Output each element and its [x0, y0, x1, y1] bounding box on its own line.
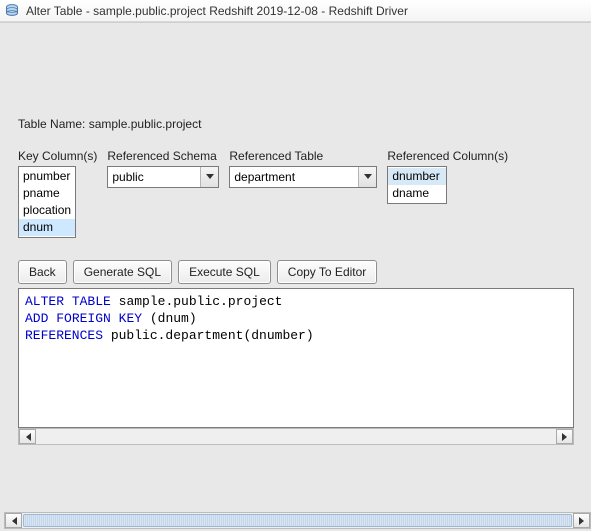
chevron-down-icon[interactable] — [358, 167, 376, 187]
title-bar: Alter Table - sample.public.project Reds… — [0, 0, 591, 22]
ref-columns-col: Referenced Column(s) dnumber dname — [387, 149, 508, 204]
key-columns-col: Key Column(s) pnumber pname plocation dn… — [18, 149, 97, 238]
work-area: Table Name: sample.public.project Key Co… — [0, 22, 591, 531]
table-name-row: Table Name: sample.public.project — [18, 117, 577, 131]
sql-keyword: ALTER — [25, 294, 64, 309]
sql-horizontal-scrollbar[interactable] — [18, 428, 574, 445]
chevron-down-icon[interactable] — [200, 167, 218, 187]
ref-schema-header: Referenced Schema — [107, 149, 219, 163]
ref-schema-value: public — [108, 167, 200, 187]
ref-columns-header: Referenced Column(s) — [387, 149, 508, 163]
list-item[interactable]: plocation — [19, 202, 75, 219]
list-item[interactable]: pname — [19, 185, 75, 202]
panel-horizontal-scrollbar[interactable] — [4, 512, 591, 529]
scroll-left-arrow-icon[interactable] — [5, 513, 22, 528]
inner-panel: Table Name: sample.public.project Key Co… — [4, 25, 591, 531]
copy-to-editor-button[interactable]: Copy To Editor — [277, 260, 378, 284]
sql-keyword: REFERENCES — [25, 328, 103, 343]
execute-sql-button[interactable]: Execute SQL — [178, 260, 271, 284]
table-name-value: sample.public.project — [89, 117, 202, 131]
ref-table-combo[interactable]: department — [229, 166, 377, 188]
back-button[interactable]: Back — [18, 260, 67, 284]
sql-text: sample.public.project — [111, 294, 283, 309]
list-item[interactable]: dnum — [19, 219, 75, 236]
ref-schema-combo[interactable]: public — [107, 166, 219, 188]
ref-table-header: Referenced Table — [229, 149, 377, 163]
columns-row: Key Column(s) pnumber pname plocation dn… — [18, 149, 577, 238]
ref-columns-list[interactable]: dnumber dname — [387, 166, 447, 204]
key-columns-header: Key Column(s) — [18, 149, 97, 163]
generate-sql-button[interactable]: Generate SQL — [73, 260, 172, 284]
scroll-right-arrow-icon[interactable] — [556, 429, 573, 444]
sql-text: public.department(dnumber) — [103, 328, 314, 343]
scroll-right-arrow-icon[interactable] — [573, 513, 590, 528]
ref-schema-col: Referenced Schema public — [107, 149, 219, 188]
database-icon — [4, 3, 20, 19]
sql-keyword: FOREIGN — [56, 311, 111, 326]
ref-table-value: department — [230, 167, 358, 187]
sql-preview[interactable]: ALTER TABLE sample.public.project ADD FO… — [18, 288, 574, 428]
list-item[interactable]: dnumber — [388, 168, 446, 185]
list-item[interactable]: dname — [388, 185, 446, 202]
scrollbar-thumb[interactable] — [23, 514, 572, 527]
list-item[interactable]: pnumber — [19, 168, 75, 185]
window-title: Alter Table - sample.public.project Reds… — [26, 4, 408, 18]
buttons-row: Back Generate SQL Execute SQL Copy To Ed… — [18, 260, 577, 284]
scroll-left-arrow-icon[interactable] — [19, 429, 36, 444]
sql-keyword: KEY — [119, 311, 142, 326]
sql-text: (dnum) — [142, 311, 197, 326]
sql-keyword: TABLE — [72, 294, 111, 309]
sql-keyword: ADD — [25, 311, 48, 326]
table-name-label: Table Name: — [18, 117, 89, 131]
ref-table-col: Referenced Table department — [229, 149, 377, 188]
key-columns-list[interactable]: pnumber pname plocation dnum — [18, 166, 76, 238]
